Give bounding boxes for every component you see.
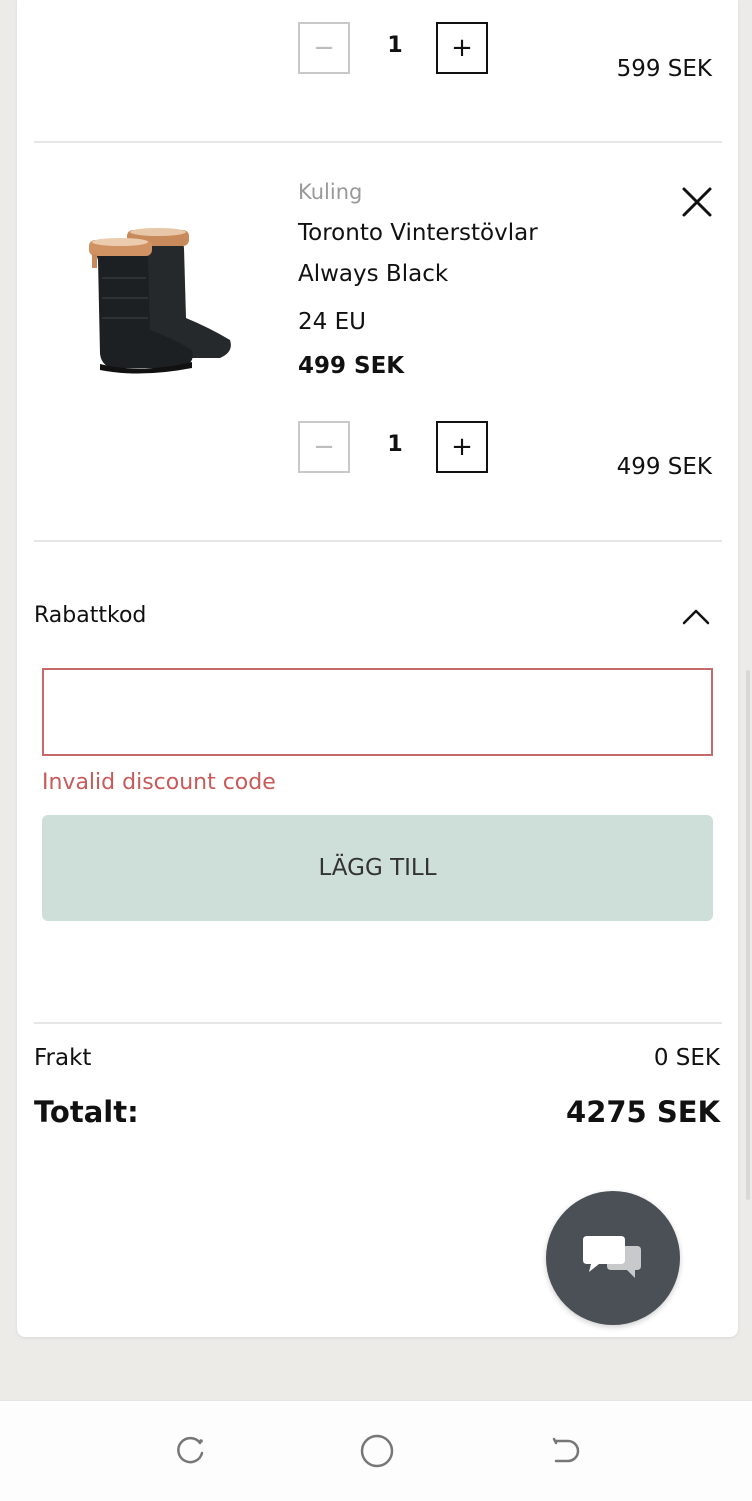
quantity-increase-button[interactable]: + [436, 421, 488, 473]
scrollbar[interactable] [746, 670, 750, 1200]
recent-apps-icon[interactable] [170, 1431, 210, 1471]
minus-icon: − [313, 432, 335, 462]
chat-button[interactable] [546, 1191, 680, 1325]
quantity-increase-button[interactable]: + [436, 22, 488, 74]
quantity-decrease-button[interactable]: − [298, 22, 350, 74]
product-name[interactable]: Toronto Vinterstövlar [298, 220, 538, 246]
minus-icon: − [313, 33, 335, 63]
plus-icon: + [451, 432, 473, 462]
chat-bubbles-icon [583, 1236, 641, 1278]
divider [34, 540, 722, 542]
product-image[interactable] [80, 218, 240, 378]
product-price: 499 SEK [298, 353, 405, 379]
system-navigation-bar [0, 1400, 752, 1501]
plus-icon: + [451, 33, 473, 63]
discount-code-input[interactable] [42, 668, 713, 756]
product-brand: Kuling [298, 180, 363, 204]
discount-toggle-label[interactable]: Rabattkod [34, 603, 146, 628]
total-label: Totalt: [34, 1095, 139, 1129]
back-icon[interactable] [546, 1431, 586, 1471]
shipping-value: 0 SEK [653, 1045, 720, 1071]
line-total: 599 SEK [616, 56, 712, 82]
total-value: 4275 SEK [566, 1095, 720, 1129]
divider [34, 1022, 722, 1024]
chevron-up-icon[interactable] [680, 603, 712, 629]
quantity-decrease-button[interactable]: − [298, 421, 350, 473]
divider [34, 141, 722, 143]
apply-discount-button[interactable]: LÄGG TILL [42, 815, 713, 921]
shipping-label: Frakt [34, 1045, 92, 1071]
discount-error-message: Invalid discount code [42, 770, 276, 795]
quantity-value: 1 [387, 33, 403, 58]
quantity-value: 1 [387, 432, 403, 457]
close-icon[interactable] [680, 185, 714, 219]
product-size: 24 EU [298, 309, 366, 335]
home-icon[interactable] [357, 1431, 397, 1471]
line-total: 499 SEK [616, 454, 712, 480]
product-variant: Always Black [298, 261, 449, 287]
